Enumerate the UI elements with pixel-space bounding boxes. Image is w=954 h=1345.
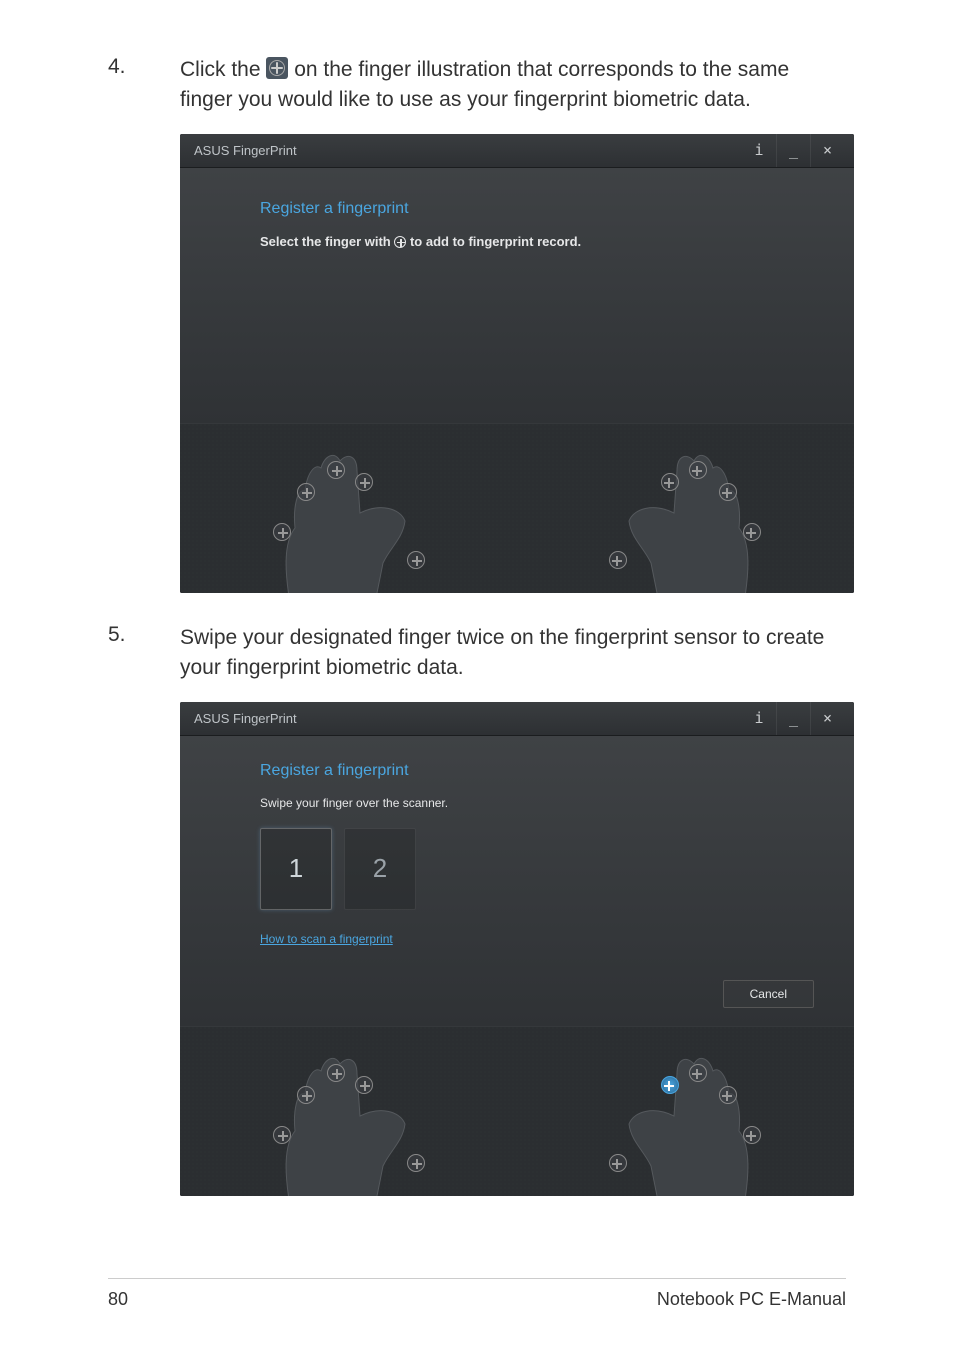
step4-before: Click the bbox=[180, 58, 266, 81]
right-thumb-add[interactable] bbox=[609, 1154, 627, 1172]
left-thumb-add[interactable] bbox=[407, 551, 425, 569]
page-number: 80 bbox=[108, 1289, 128, 1310]
left-pinky-add[interactable] bbox=[273, 523, 291, 541]
titlebar: ASUS FingerPrint i _ × bbox=[180, 134, 854, 168]
info-button[interactable]: i bbox=[742, 134, 776, 167]
asus-fingerprint-window-1: ASUS FingerPrint i _ × Register a finger… bbox=[180, 134, 854, 593]
swipe-progress: 1 2 bbox=[260, 828, 774, 910]
left-index-add[interactable] bbox=[355, 473, 373, 491]
plus-circle-icon bbox=[394, 236, 406, 248]
step-number: 5. bbox=[108, 623, 180, 684]
minimize-icon: _ bbox=[789, 141, 798, 159]
right-index-add[interactable] bbox=[661, 473, 679, 491]
minimize-icon: _ bbox=[789, 709, 798, 727]
minimize-button[interactable]: _ bbox=[776, 134, 810, 167]
book-title: Notebook PC E-Manual bbox=[657, 1289, 846, 1310]
close-icon: × bbox=[823, 141, 832, 159]
register-subtext: Select the finger with to add to fingerp… bbox=[260, 234, 774, 249]
step-number: 4. bbox=[108, 55, 180, 116]
left-index-add[interactable] bbox=[355, 1076, 373, 1094]
info-icon: i bbox=[754, 709, 763, 727]
left-ring-add[interactable] bbox=[297, 483, 315, 501]
page-footer: 80 Notebook PC E-Manual bbox=[108, 1278, 846, 1310]
register-heading: Register a fingerprint bbox=[260, 200, 774, 218]
app-title: ASUS FingerPrint bbox=[194, 143, 297, 158]
left-thumb-add[interactable] bbox=[407, 1154, 425, 1172]
right-pinky-add[interactable] bbox=[743, 523, 761, 541]
step-4: 4. Click the on the finger illustration … bbox=[108, 55, 846, 116]
left-middle-add[interactable] bbox=[327, 461, 345, 479]
right-hand bbox=[579, 1036, 779, 1196]
asus-fingerprint-window-2: ASUS FingerPrint i _ × Register a finger… bbox=[180, 702, 854, 1196]
app-content: Register a fingerprint Swipe your finger… bbox=[180, 736, 854, 1026]
register-heading: Register a fingerprint bbox=[260, 762, 774, 780]
sub-after: to add to fingerprint record. bbox=[406, 234, 581, 249]
right-thumb-add[interactable] bbox=[609, 551, 627, 569]
step-text: Click the on the finger illustration tha… bbox=[180, 55, 846, 116]
app-title: ASUS FingerPrint bbox=[194, 711, 297, 726]
titlebar: ASUS FingerPrint i _ × bbox=[180, 702, 854, 736]
close-button[interactable]: × bbox=[810, 134, 844, 167]
cancel-button[interactable]: Cancel bbox=[723, 980, 814, 1008]
left-hand bbox=[255, 1036, 455, 1196]
right-middle-add[interactable] bbox=[689, 1064, 707, 1082]
left-pinky-add[interactable] bbox=[273, 1126, 291, 1144]
right-ring-add[interactable] bbox=[719, 1086, 737, 1104]
plus-circle-icon bbox=[266, 57, 288, 79]
close-button[interactable]: × bbox=[810, 702, 844, 735]
hands-illustration bbox=[180, 423, 854, 593]
hands-illustration bbox=[180, 1026, 854, 1196]
left-ring-add[interactable] bbox=[297, 1086, 315, 1104]
info-button[interactable]: i bbox=[742, 702, 776, 735]
swipe-instruction: Swipe your finger over the scanner. bbox=[260, 796, 774, 810]
minimize-button[interactable]: _ bbox=[776, 702, 810, 735]
swipe-slot-1: 1 bbox=[260, 828, 332, 910]
info-icon: i bbox=[754, 141, 763, 159]
right-ring-add[interactable] bbox=[719, 483, 737, 501]
step-text: Swipe your designated finger twice on th… bbox=[180, 623, 846, 684]
right-middle-add[interactable] bbox=[689, 461, 707, 479]
app-content: Register a fingerprint Select the finger… bbox=[180, 168, 854, 423]
swipe-slot-2: 2 bbox=[344, 828, 416, 910]
left-hand bbox=[255, 433, 455, 593]
close-icon: × bbox=[823, 709, 832, 727]
step-5: 5. Swipe your designated finger twice on… bbox=[108, 623, 846, 684]
right-hand bbox=[579, 433, 779, 593]
right-index-add-selected[interactable] bbox=[661, 1076, 679, 1094]
sub-before: Select the finger with bbox=[260, 234, 394, 249]
right-pinky-add[interactable] bbox=[743, 1126, 761, 1144]
left-middle-add[interactable] bbox=[327, 1064, 345, 1082]
howto-link[interactable]: How to scan a fingerprint bbox=[260, 932, 393, 946]
